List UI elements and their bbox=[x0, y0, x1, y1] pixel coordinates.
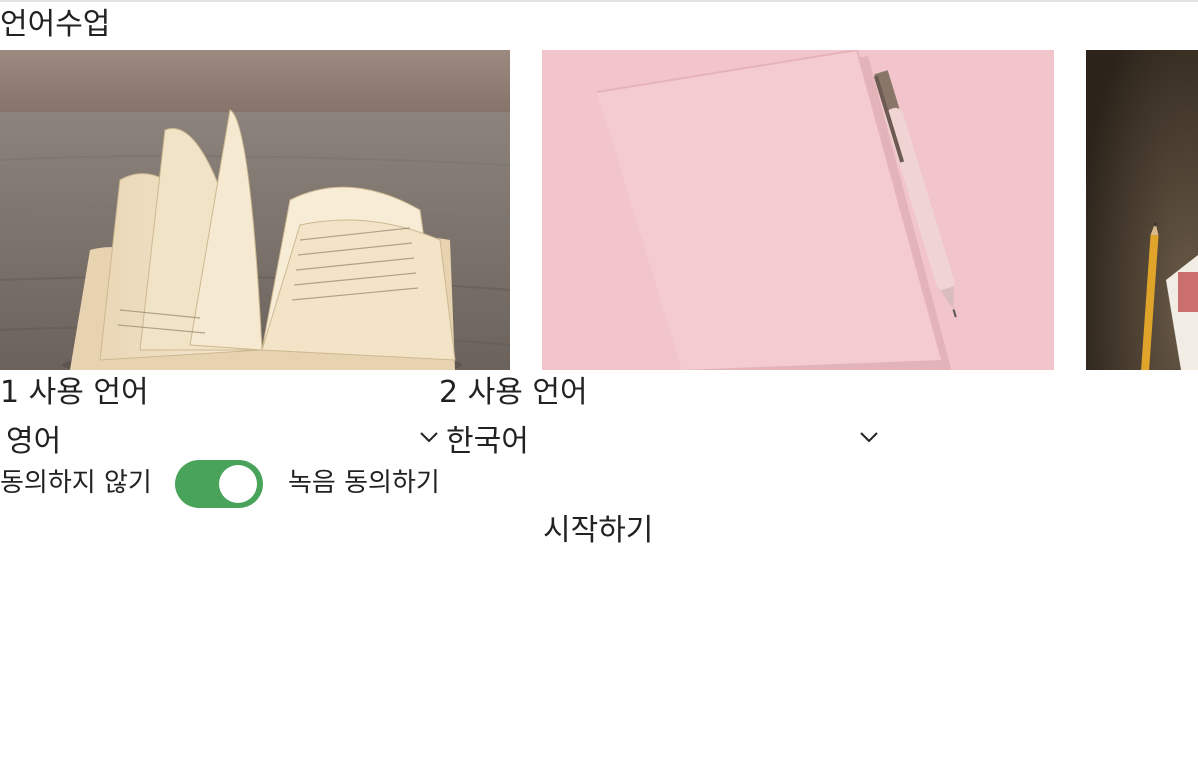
top-divider bbox=[0, 0, 1198, 2]
chevron-down-icon bbox=[418, 426, 440, 448]
language-1-label: 1 사용 언어 bbox=[0, 375, 149, 410]
language-1-select[interactable]: 영어 bbox=[0, 418, 440, 459]
desk-pencil-image bbox=[1086, 50, 1198, 370]
start-button[interactable]: 시작하기 bbox=[543, 512, 653, 550]
consent-on-label: 녹음 동의하기 bbox=[288, 468, 440, 498]
open-book-photo[interactable] bbox=[0, 50, 510, 370]
consent-off-label: 동의하지 않기 bbox=[0, 468, 152, 498]
language-2-label: 2 사용 언어 bbox=[439, 375, 588, 410]
language-2-select[interactable]: 한국어 bbox=[440, 418, 880, 459]
language-1-value: 영어 bbox=[6, 424, 62, 459]
recording-consent-toggle[interactable] bbox=[175, 460, 263, 508]
pink-notebook-image bbox=[542, 50, 1054, 370]
language-2-value: 한국어 bbox=[446, 424, 529, 459]
desk-pencil-photo[interactable] bbox=[1086, 50, 1198, 370]
pink-notebook-photo[interactable] bbox=[542, 50, 1054, 370]
toggle-knob bbox=[219, 465, 257, 503]
chevron-down-icon bbox=[858, 426, 880, 448]
open-book-image bbox=[0, 50, 510, 370]
page-title: 언어수업 bbox=[0, 7, 111, 42]
